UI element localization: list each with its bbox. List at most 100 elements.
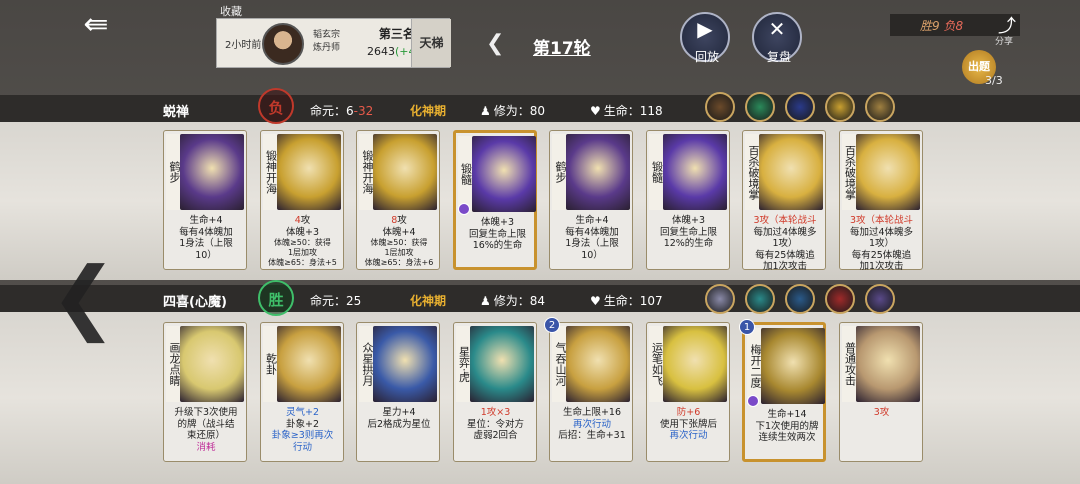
card-title: 百杀破境掌: [745, 134, 760, 210]
card[interactable]: 梅开二度 1 生命+14 下1次使用的牌 连续生效两次: [739, 319, 826, 462]
card[interactable]: 百杀破境掌 3攻（本轮战斗 每加过4体魄多 1攻） 每有25体魄追 加1次攻击: [838, 130, 923, 272]
card-title: 锻神开海: [359, 134, 374, 210]
player1-result-badge: 负: [258, 88, 294, 124]
skill-icon[interactable]: [825, 284, 855, 314]
card-art: [276, 326, 341, 402]
match-record-card: 2小时前 韬玄宗 炼丹师 第三名 2643(+49) 天梯: [216, 18, 451, 68]
card[interactable]: 气吞山河 2 生命上限+16 再次行动 后招：生命+31: [544, 317, 633, 462]
card-title: 气吞山河: [552, 326, 567, 402]
card[interactable]: 锻髓体魄+3 回复生命上限 12%的生命: [645, 130, 730, 270]
skill-icon[interactable]: [705, 284, 735, 314]
card-description: 体魄+3 回复生命上限 12%的生命: [651, 215, 727, 250]
card-description: 1攻×3 星位：令对方 虚弱2回合: [458, 407, 534, 442]
skill-icon[interactable]: [865, 284, 895, 314]
card-description-line: 体魄≥50：获得: [274, 238, 331, 247]
review-button[interactable]: ✕ 复盘: [752, 12, 802, 64]
skill-icon[interactable]: [785, 284, 815, 314]
avatar[interactable]: [262, 23, 304, 65]
skill-icon[interactable]: [865, 92, 895, 122]
card-level-badge: 2: [544, 317, 560, 333]
card-title: 星弈·虎: [455, 326, 471, 402]
card-description-line: 虚弱2回合: [473, 430, 518, 441]
skill-icon[interactable]: [745, 284, 775, 314]
card-description: 生命+4 每有4体魄加 1身法（上限 10）: [554, 215, 630, 261]
replay-button[interactable]: ▶ 回放: [680, 12, 730, 64]
player2-realm: 化神期: [410, 294, 447, 308]
card-description-line: 星力+4: [382, 407, 416, 418]
card[interactable]: 锻神开海 4攻 体魄+3 体魄≥50：获得 1层加攻 体魄≥65：身法+5: [259, 130, 344, 270]
card[interactable]: 星弈·虎 1攻×3 星位：令对方 虚弱2回合: [452, 322, 537, 462]
card-art: [662, 134, 727, 210]
card-description-line: 每有25体魄追: [755, 249, 815, 261]
card-title: 锻神开海: [262, 134, 278, 210]
card-description-line: 10）: [195, 249, 217, 261]
card-description-line: 生命+14: [767, 409, 807, 420]
skill-icon[interactable]: [825, 92, 855, 122]
player2-life: 命元：25: [310, 294, 362, 308]
round-back-icon[interactable]: ❮: [486, 31, 504, 56]
player2-cultivation: ♟ 修为：84: [480, 294, 546, 308]
card-art: [373, 134, 437, 210]
card[interactable]: 乾卦 灵气+2 卦象+2 卦象≥3则再次 行动: [259, 322, 344, 462]
card-description-line: 生命上限+16: [562, 407, 622, 418]
card-description: 4攻 体魄+3 体魄≥50：获得 1层加攻 体魄≥65：身法+5: [265, 215, 341, 268]
prev-arrow-icon[interactable]: ❮: [50, 250, 117, 343]
card-art: [276, 134, 341, 210]
card-title: 锻髓: [648, 134, 664, 210]
card-description-line: 卦象+2: [285, 418, 319, 430]
player2-hp: ♥ 生命：107: [590, 294, 663, 308]
record-time: 2小时前: [225, 40, 262, 51]
skill-icon[interactable]: [785, 92, 815, 122]
card-description-line: 消耗: [196, 441, 216, 453]
card-description-line: 体魄+4: [382, 226, 416, 238]
card-art: [373, 326, 437, 402]
card-description-line: 16%的生命: [472, 240, 523, 251]
gem-icon: [457, 203, 470, 215]
card-description-line: 1攻）: [868, 238, 895, 249]
card[interactable]: 运笔如飞 防+6 使用下张牌后 再次行动: [645, 322, 730, 462]
card-description-line: 回复生命上限: [468, 228, 526, 240]
round-label[interactable]: 第17轮: [533, 34, 591, 59]
player2-result-badge: 胜: [258, 280, 294, 316]
card-description-line: 10）: [581, 249, 603, 261]
skill-icon[interactable]: [745, 92, 775, 122]
card-description: 灵气+2 卦象+2 卦象≥3则再次 行动: [265, 407, 341, 453]
card-description-line: 1身法（上限: [179, 238, 233, 249]
card-art: [469, 326, 534, 402]
crossed-swords-icon: ✕: [768, 17, 786, 41]
card-description: 3攻: [844, 407, 920, 419]
card-description-line: 1攻×3: [480, 407, 511, 418]
card-art: [566, 326, 630, 402]
card-description-line: 每加过4体魄多: [849, 226, 914, 238]
person-icon: ♟: [480, 104, 491, 118]
share-label[interactable]: 分享: [995, 34, 1013, 47]
skill-icon[interactable]: [705, 92, 735, 122]
card-description-line: 连续生效两次: [758, 432, 816, 443]
heart-icon: ♥: [590, 104, 601, 118]
card-title: 鹤步: [166, 134, 181, 210]
back-icon[interactable]: ⇚: [72, 8, 120, 42]
card-description-line: 1层加攻: [287, 248, 318, 257]
card-art: [566, 134, 630, 210]
card-description: 3攻（本轮战斗 每加过4体魄多 1攻） 每有25体魄追 加1次攻击: [747, 215, 823, 273]
card[interactable]: 众星拱月 星力+4 后2格成为星位: [356, 322, 440, 462]
card-description-line: 使用下张牌后: [659, 418, 717, 430]
card[interactable]: 画龙点睛 升级下3次使用 的牌（战斗结 束还原） 消耗: [163, 322, 247, 462]
favorite-label[interactable]: 收藏: [220, 3, 242, 19]
ladder-button[interactable]: 天梯: [411, 19, 451, 67]
card-description-line: 每有4体魄加: [179, 226, 233, 238]
card[interactable]: 锻神开海 8攻 体魄+4 体魄≥50：获得 1层加攻 体魄≥65：身法+6: [356, 130, 440, 270]
card-description-line: 1身法（上限: [565, 238, 619, 249]
card-description-line: 防+6: [676, 407, 701, 418]
card[interactable]: 百杀破境掌 3攻（本轮战斗 每加过4体魄多 1攻） 每有25体魄追 加1次攻击: [742, 130, 826, 273]
card-description-line: 生命+4: [575, 215, 609, 226]
card[interactable]: 普通攻击 3攻: [838, 322, 923, 462]
card[interactable]: 鹤步 生命+4 每有4体魄加 1身法（上限 10）: [163, 130, 247, 270]
card[interactable]: 锻髓 体魄+3 回复生命上限 16%的生命: [452, 130, 537, 270]
card-description-line: 12%的生命: [663, 238, 714, 249]
card-description-line: 回复生命上限: [659, 226, 717, 238]
card-level-badge: 1: [739, 319, 755, 335]
player1-life: 命元：6-32: [310, 104, 374, 118]
card[interactable]: 鹤步 生命+4 每有4体魄加 1身法（上限 10）: [549, 130, 633, 270]
card-description-line: 3攻: [873, 407, 890, 418]
